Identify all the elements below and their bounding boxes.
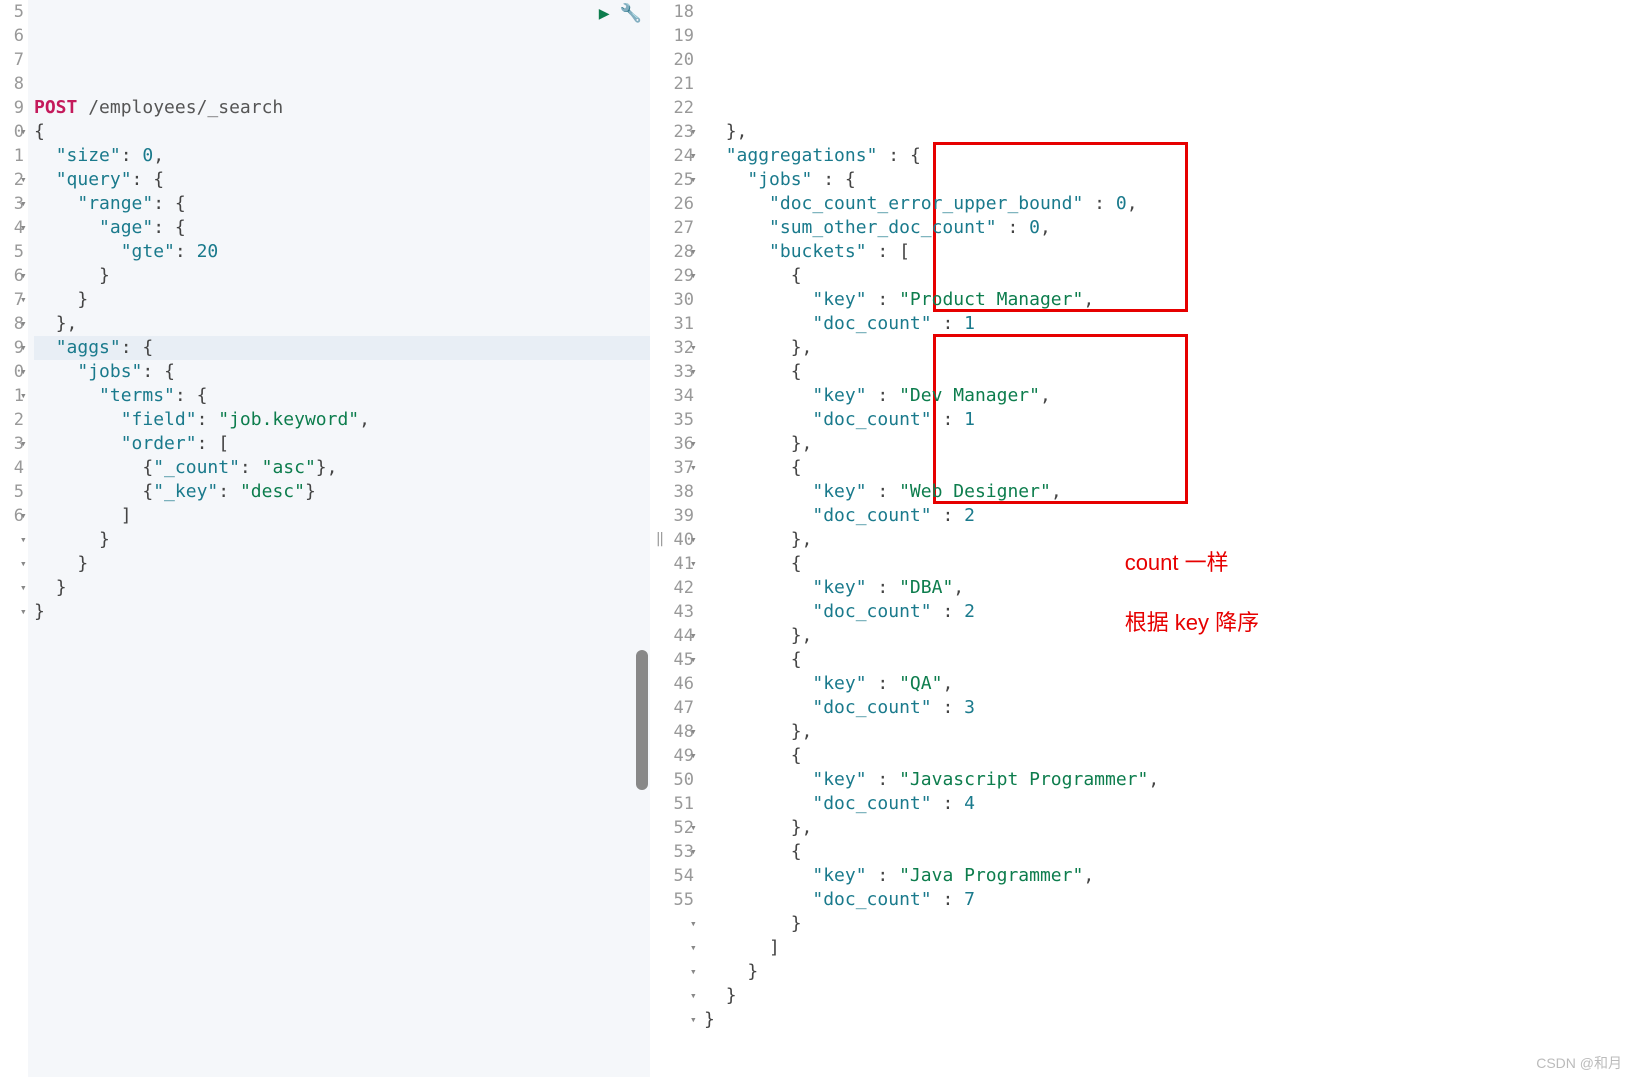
code-line[interactable]: "terms": { bbox=[34, 384, 650, 408]
splitter[interactable]: ‖ bbox=[650, 0, 670, 1077]
request-code[interactable]: ▶ 🔧 POST /employees/_search{ "size": 0, … bbox=[28, 0, 650, 1077]
code-line[interactable]: "doc_count" : 7 bbox=[704, 888, 1634, 912]
code-line[interactable]: }, bbox=[704, 816, 1634, 840]
code-line[interactable]: { bbox=[704, 456, 1634, 480]
request-panel: 5678901234567890123456 ▶ 🔧 POST /employe… bbox=[0, 0, 650, 1077]
code-line[interactable]: "aggregations" : { bbox=[704, 144, 1634, 168]
watermark: CSDN @和月 bbox=[1536, 1053, 1622, 1073]
code-line[interactable]: "key" : "QA", bbox=[704, 672, 1634, 696]
code-line[interactable]: "key" : "Web Designer", bbox=[704, 480, 1634, 504]
run-buttons: ▶ 🔧 bbox=[599, 2, 642, 26]
code-line[interactable]: { bbox=[704, 360, 1634, 384]
code-line[interactable]: "key" : "Java Programmer", bbox=[704, 864, 1634, 888]
code-line[interactable]: }, bbox=[704, 336, 1634, 360]
code-line[interactable]: "key" : "Product Manager", bbox=[704, 288, 1634, 312]
code-line[interactable]: "doc_count" : 4 bbox=[704, 792, 1634, 816]
code-line[interactable]: "jobs": { bbox=[34, 360, 650, 384]
code-line[interactable]: } bbox=[704, 960, 1634, 984]
code-line[interactable]: "doc_count_error_upper_bound" : 0, bbox=[704, 192, 1634, 216]
code-line[interactable]: "size": 0, bbox=[34, 144, 650, 168]
code-line[interactable]: "doc_count" : 2 bbox=[704, 504, 1634, 528]
code-line[interactable]: } bbox=[34, 576, 650, 600]
code-line[interactable]: } bbox=[34, 288, 650, 312]
code-line[interactable]: { bbox=[34, 120, 650, 144]
code-line[interactable]: {"_count": "asc"}, bbox=[34, 456, 650, 480]
code-line[interactable]: "field": "job.keyword", bbox=[34, 408, 650, 432]
response-code[interactable]: count 一样 根据 key 降序 }, "aggregations" : {… bbox=[698, 0, 1634, 1077]
code-line[interactable]: "key" : "DBA", bbox=[704, 576, 1634, 600]
code-line[interactable]: "doc_count" : 2 bbox=[704, 600, 1634, 624]
code-line[interactable]: POST /employees/_search bbox=[34, 96, 650, 120]
code-line[interactable]: {"_key": "desc"} bbox=[34, 480, 650, 504]
code-line[interactable]: }, bbox=[704, 432, 1634, 456]
code-line[interactable]: { bbox=[704, 840, 1634, 864]
code-line[interactable]: "range": { bbox=[34, 192, 650, 216]
code-line[interactable]: { bbox=[704, 744, 1634, 768]
response-panel: 1819202122232425262728293031323334353637… bbox=[670, 0, 1634, 1077]
code-line[interactable]: } bbox=[704, 1008, 1634, 1032]
code-line[interactable]: "query": { bbox=[34, 168, 650, 192]
code-line[interactable]: "doc_count" : 1 bbox=[704, 408, 1634, 432]
code-line[interactable]: ] bbox=[34, 504, 650, 528]
code-line[interactable]: { bbox=[704, 264, 1634, 288]
code-line[interactable]: }, bbox=[704, 528, 1634, 552]
code-line[interactable]: "order": [ bbox=[34, 432, 650, 456]
code-line[interactable]: "aggs": { bbox=[34, 336, 650, 360]
code-line[interactable]: "buckets" : [ bbox=[704, 240, 1634, 264]
code-line[interactable]: } bbox=[34, 528, 650, 552]
wrench-icon[interactable]: 🔧 bbox=[620, 2, 642, 26]
code-line[interactable]: "jobs" : { bbox=[704, 168, 1634, 192]
code-line[interactable]: "key" : "Dev Manager", bbox=[704, 384, 1634, 408]
code-line[interactable]: } bbox=[34, 552, 650, 576]
code-line[interactable]: "age": { bbox=[34, 216, 650, 240]
code-line[interactable]: "gte": 20 bbox=[34, 240, 650, 264]
code-line[interactable]: "sum_other_doc_count" : 0, bbox=[704, 216, 1634, 240]
code-line[interactable]: } bbox=[704, 984, 1634, 1008]
code-line[interactable]: "key" : "Javascript Programmer", bbox=[704, 768, 1634, 792]
code-line[interactable]: { bbox=[704, 552, 1634, 576]
code-line[interactable]: }, bbox=[704, 624, 1634, 648]
scrollbar-thumb[interactable] bbox=[636, 650, 648, 790]
play-icon[interactable]: ▶ bbox=[599, 2, 610, 26]
code-line[interactable]: }, bbox=[704, 120, 1634, 144]
code-line[interactable]: } bbox=[34, 264, 650, 288]
code-line[interactable]: "doc_count" : 1 bbox=[704, 312, 1634, 336]
code-line[interactable]: "doc_count" : 3 bbox=[704, 696, 1634, 720]
code-line[interactable]: } bbox=[704, 912, 1634, 936]
code-line[interactable]: }, bbox=[704, 720, 1634, 744]
code-line[interactable]: } bbox=[34, 600, 650, 624]
code-line[interactable]: ] bbox=[704, 936, 1634, 960]
code-line[interactable]: }, bbox=[34, 312, 650, 336]
code-line[interactable]: { bbox=[704, 648, 1634, 672]
